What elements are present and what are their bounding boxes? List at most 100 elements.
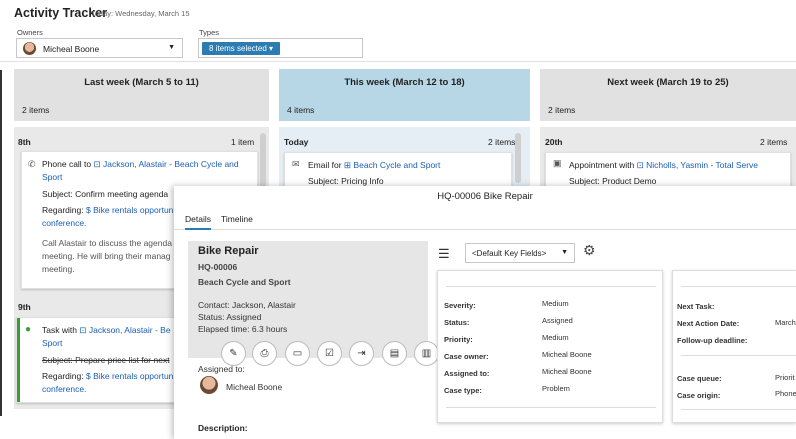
- field-label: Follow-up deadline:: [677, 336, 748, 345]
- divider: [446, 286, 656, 287]
- assigned-name: Micheal Boone: [226, 382, 283, 392]
- group-count: 2 items: [488, 137, 516, 147]
- tab-details[interactable]: Details: [185, 214, 211, 230]
- types-label: Types: [199, 28, 220, 37]
- field-value: Priorit: [775, 373, 795, 382]
- types-value: 8 items selected: [209, 44, 267, 53]
- column-this-week: This week (March 12 to 18) 4 items: [279, 69, 530, 121]
- regarding-link-cont[interactable]: conference.: [42, 384, 86, 394]
- activity-body: meeting.: [42, 264, 75, 274]
- regarding-link-cont[interactable]: conference.: [42, 218, 86, 228]
- types-select[interactable]: 8 items selected ▾: [198, 38, 363, 58]
- divider: [681, 409, 796, 410]
- field-label: Case type:: [444, 386, 482, 395]
- regarding-label: Regarding:: [42, 205, 84, 215]
- types-chip[interactable]: 8 items selected ▾: [202, 42, 281, 55]
- scrollbar[interactable]: [515, 133, 521, 183]
- divider: [681, 286, 796, 287]
- export-icon[interactable]: ⇥: [349, 341, 374, 366]
- field-label: Severity:: [444, 301, 476, 310]
- group-label: 9th: [18, 302, 31, 312]
- top-bar: Activity Tracker Today: Wednesday, March…: [0, 0, 796, 62]
- tab-timeline[interactable]: Timeline: [221, 214, 253, 224]
- screen-icon[interactable]: ▭: [285, 341, 310, 366]
- case-name: Bike Repair: [198, 245, 259, 257]
- chevron-down-icon: ▼: [168, 44, 175, 51]
- dollar-icon: $: [85, 371, 91, 381]
- contact-link-cont[interactable]: Sport: [42, 172, 62, 182]
- contact-link[interactable]: Jackson, Alastair - Beach Cycle and: [103, 159, 239, 169]
- dollar-icon: $: [85, 205, 91, 215]
- description-label: Description:: [198, 423, 248, 433]
- panel-tabs: Details Timeline: [174, 207, 796, 230]
- field-label: Case origin:: [677, 391, 721, 400]
- check-circle-icon: ●: [25, 324, 32, 335]
- owners-label: Owners: [17, 28, 43, 37]
- group-label: Today: [284, 137, 309, 147]
- activity-type: Appointment with: [569, 160, 635, 170]
- field-label: Next Action Date:: [677, 319, 740, 328]
- contact-link[interactable]: Nicholls, Yasmin - Total Serve: [646, 160, 758, 170]
- activity-body: meeting. He will bring their manag: [42, 251, 171, 261]
- owner-avatar: [23, 42, 36, 55]
- field-label: Status:: [444, 318, 470, 327]
- case-contact: Contact: Jackson, Alastair: [198, 300, 296, 310]
- activity-body: Call Alastair to discuss the agenda: [42, 238, 172, 248]
- contact-icon: ⊡: [79, 325, 87, 335]
- case-elapsed: Elapsed time: 6.3 hours: [198, 324, 288, 334]
- print-icon[interactable]: ⎙: [252, 341, 277, 366]
- column-next-week: Next week (March 19 to 25) 2 items: [540, 69, 796, 121]
- regarding-label: Regarding:: [42, 371, 84, 381]
- contact-link-cont[interactable]: Sport: [42, 338, 62, 348]
- activity-subject: Subject: Pricing Info: [308, 176, 384, 186]
- notes-icon[interactable]: ▥: [414, 341, 439, 366]
- field-value: March: [775, 318, 796, 327]
- account-link[interactable]: Beach Cycle and Sport: [353, 160, 440, 170]
- column-count: 2 items: [548, 105, 576, 115]
- group-label: 20th: [545, 137, 563, 147]
- edit-icon[interactable]: ✎: [221, 341, 246, 366]
- field-value: Medium: [542, 333, 569, 342]
- chevron-down-icon: ▼: [561, 249, 568, 256]
- calendar-icon: ▣: [553, 158, 562, 168]
- contact-icon: ⊡: [636, 160, 644, 170]
- field-label: Next Task:: [677, 302, 715, 311]
- column-count: 4 items: [287, 105, 315, 115]
- field-value: Assigned: [542, 316, 573, 325]
- activity-subject: Subject: Prepare price list for next: [42, 355, 170, 365]
- column-title: Last week (March 5 to 11): [84, 77, 199, 88]
- case-summary: Bike Repair HQ-00006 Beach Cycle and Spo…: [188, 241, 439, 439]
- email-icon: ✉: [292, 159, 300, 169]
- column-title: This week (March 12 to 18): [344, 77, 465, 88]
- phone-icon: ✆: [28, 159, 36, 169]
- case-status: Status: Assigned: [198, 312, 262, 322]
- contact-link[interactable]: Jackson, Alastair - Be: [89, 325, 171, 335]
- activity-type: Phone call to: [42, 159, 92, 169]
- status-bar: [17, 318, 20, 402]
- case-detail-panel: HQ-00006 Bike Repair Details Timeline Bi…: [174, 186, 796, 439]
- list-icon[interactable]: ☰: [438, 246, 450, 262]
- case-id: HQ-00006: [198, 262, 238, 272]
- assignee-avatar: [200, 376, 218, 394]
- group-count: 1 item: [231, 137, 255, 147]
- regarding-link[interactable]: Bike rentals opportun: [93, 371, 173, 381]
- activity-subject: Subject: Product Demo: [569, 176, 657, 186]
- key-fields-card-2: Next Task: Next Action Date: March Follo…: [672, 270, 796, 423]
- key-fields-select[interactable]: <Default Key Fields> ▼: [465, 243, 575, 263]
- group-count: 2 items: [760, 137, 788, 147]
- document-icon[interactable]: ▤: [382, 341, 407, 366]
- checklist-icon[interactable]: ☑: [317, 341, 342, 366]
- gear-icon[interactable]: ⚙: [583, 242, 596, 259]
- field-label: Assigned to:: [444, 369, 490, 378]
- field-value: Problem: [542, 384, 570, 393]
- activity-type: Task with: [42, 325, 77, 335]
- owners-select[interactable]: Micheal Boone ▼: [16, 38, 183, 58]
- scrollbar[interactable]: [260, 133, 266, 193]
- field-label: Case owner:: [444, 352, 489, 361]
- regarding-link[interactable]: Bike rentals opportun: [93, 205, 173, 215]
- panel-title: HQ-00006 Bike Repair: [437, 191, 533, 202]
- assigned-label: Assigned to:: [198, 364, 245, 374]
- activity-type: Email for: [308, 160, 342, 170]
- divider: [446, 407, 656, 408]
- contact-icon: ⊡: [93, 159, 101, 169]
